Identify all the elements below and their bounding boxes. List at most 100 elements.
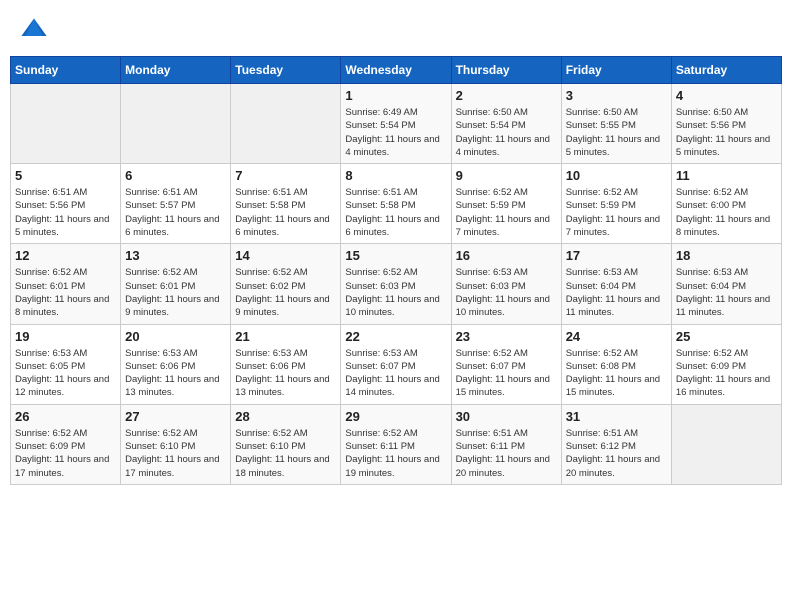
calendar-cell: 31Sunrise: 6:51 AMSunset: 6:12 PMDayligh…: [561, 404, 671, 484]
day-info: Sunrise: 6:52 AMSunset: 6:07 PMDaylight:…: [456, 347, 557, 400]
day-info: Sunrise: 6:51 AMSunset: 5:58 PMDaylight:…: [345, 186, 446, 239]
calendar-cell: 24Sunrise: 6:52 AMSunset: 6:08 PMDayligh…: [561, 324, 671, 404]
day-info: Sunrise: 6:52 AMSunset: 6:01 PMDaylight:…: [125, 266, 226, 319]
calendar-cell: 23 Sunrise: 6:52 AMSunset: 6:07 PMDayligh…: [451, 324, 561, 404]
day-number: 12: [15, 248, 116, 263]
calendar-cell: 7 Sunrise: 6:51 AMSunset: 5:58 PMDaylight…: [231, 164, 341, 244]
day-number: 14: [235, 248, 336, 263]
day-info: Sunrise: 6:52 AMSunset: 6:11 PMDaylight:…: [345, 427, 446, 480]
calendar-cell: 26 Sunrise: 6:52 AMSunset: 6:09 PMDayligh…: [11, 404, 121, 484]
day-info: Sunrise: 6:51 AMSunset: 6:11 PMDaylight:…: [456, 427, 557, 480]
day-info: Sunrise: 6:50 AMSunset: 5:54 PMDaylight:…: [456, 106, 557, 159]
column-header-thursday: Thursday: [451, 57, 561, 84]
day-info: Sunrise: 6:52 AMSunset: 5:59 PMDaylight:…: [566, 186, 667, 239]
day-info: Sunrise: 6:52 AMSunset: 6:10 PMDaylight:…: [235, 427, 336, 480]
day-number: 1: [345, 88, 446, 103]
calendar-cell: 4 Sunrise: 6:50 AMSunset: 5:56 PMDaylight…: [671, 84, 781, 164]
day-number: 28: [235, 409, 336, 424]
day-number: 15: [345, 248, 446, 263]
day-number: 11: [676, 168, 777, 183]
calendar-cell: [121, 84, 231, 164]
calendar-cell: 22Sunrise: 6:53 AMSunset: 6:07 PMDayligh…: [341, 324, 451, 404]
calendar-cell: [11, 84, 121, 164]
day-info: Sunrise: 6:52 AMSunset: 6:02 PMDaylight:…: [235, 266, 336, 319]
day-number: 13: [125, 248, 226, 263]
column-header-saturday: Saturday: [671, 57, 781, 84]
calendar-cell: 16Sunrise: 6:53 AMSunset: 6:03 PMDayligh…: [451, 244, 561, 324]
calendar-cell: 6 Sunrise: 6:51 AMSunset: 5:57 PMDaylight…: [121, 164, 231, 244]
day-info: Sunrise: 6:52 AMSunset: 6:03 PMDaylight:…: [345, 266, 446, 319]
calendar-cell: 27 Sunrise: 6:52 AMSunset: 6:10 PMDayligh…: [121, 404, 231, 484]
calendar-cell: 5 Sunrise: 6:51 AMSunset: 5:56 PMDaylight…: [11, 164, 121, 244]
calendar-cell: 17 Sunrise: 6:53 AMSunset: 6:04 PMDayligh…: [561, 244, 671, 324]
calendar-cell: 8 Sunrise: 6:51 AMSunset: 5:58 PMDaylight…: [341, 164, 451, 244]
day-number: 6: [125, 168, 226, 183]
day-info: Sunrise: 6:51 AMSunset: 5:57 PMDaylight:…: [125, 186, 226, 239]
day-info: Sunrise: 6:50 AMSunset: 5:55 PMDaylight:…: [566, 106, 667, 159]
day-number: 18: [676, 248, 777, 263]
calendar-cell: 28 Sunrise: 6:52 AMSunset: 6:10 PMDayligh…: [231, 404, 341, 484]
day-info: Sunrise: 6:53 AMSunset: 6:04 PMDaylight:…: [676, 266, 777, 319]
calendar-cell: 11 Sunrise: 6:52 AMSunset: 6:00 PMDayligh…: [671, 164, 781, 244]
calendar-week-4: 19Sunrise: 6:53 AMSunset: 6:05 PMDayligh…: [11, 324, 782, 404]
calendar: SundayMondayTuesdayWednesdayThursdayFrid…: [10, 56, 782, 485]
day-number: 7: [235, 168, 336, 183]
day-number: 8: [345, 168, 446, 183]
day-info: Sunrise: 6:53 AMSunset: 6:06 PMDaylight:…: [235, 347, 336, 400]
day-info: Sunrise: 6:51 AMSunset: 6:12 PMDaylight:…: [566, 427, 667, 480]
day-number: 19: [15, 329, 116, 344]
calendar-cell: 29 Sunrise: 6:52 AMSunset: 6:11 PMDayligh…: [341, 404, 451, 484]
day-number: 26: [15, 409, 116, 424]
day-info: Sunrise: 6:51 AMSunset: 5:58 PMDaylight:…: [235, 186, 336, 239]
calendar-cell: 12 Sunrise: 6:52 AMSunset: 6:01 PMDayligh…: [11, 244, 121, 324]
day-info: Sunrise: 6:52 AMSunset: 6:10 PMDaylight:…: [125, 427, 226, 480]
day-number: 30: [456, 409, 557, 424]
day-number: 16: [456, 248, 557, 263]
calendar-cell: 14 Sunrise: 6:52 AMSunset: 6:02 PMDayligh…: [231, 244, 341, 324]
day-number: 3: [566, 88, 667, 103]
day-number: 27: [125, 409, 226, 424]
column-header-monday: Monday: [121, 57, 231, 84]
calendar-cell: 13 Sunrise: 6:52 AMSunset: 6:01 PMDayligh…: [121, 244, 231, 324]
logo-icon: [20, 15, 48, 43]
calendar-cell: [231, 84, 341, 164]
day-info: Sunrise: 6:52 AMSunset: 6:09 PMDaylight:…: [676, 347, 777, 400]
calendar-week-2: 5 Sunrise: 6:51 AMSunset: 5:56 PMDaylight…: [11, 164, 782, 244]
calendar-week-3: 12 Sunrise: 6:52 AMSunset: 6:01 PMDayligh…: [11, 244, 782, 324]
calendar-cell: 25 Sunrise: 6:52 AMSunset: 6:09 PMDayligh…: [671, 324, 781, 404]
day-info: Sunrise: 6:51 AMSunset: 5:56 PMDaylight:…: [15, 186, 116, 239]
day-number: 25: [676, 329, 777, 344]
day-number: 9: [456, 168, 557, 183]
calendar-cell: 2Sunrise: 6:50 AMSunset: 5:54 PMDaylight…: [451, 84, 561, 164]
calendar-cell: 15 Sunrise: 6:52 AMSunset: 6:03 PMDayligh…: [341, 244, 451, 324]
day-info: Sunrise: 6:53 AMSunset: 6:04 PMDaylight:…: [566, 266, 667, 319]
day-info: Sunrise: 6:52 AMSunset: 6:09 PMDaylight:…: [15, 427, 116, 480]
calendar-cell: 3 Sunrise: 6:50 AMSunset: 5:55 PMDaylight…: [561, 84, 671, 164]
calendar-week-1: 1 Sunrise: 6:49 AMSunset: 5:54 PMDaylight…: [11, 84, 782, 164]
calendar-header-row: SundayMondayTuesdayWednesdayThursdayFrid…: [11, 57, 782, 84]
calendar-cell: 9 Sunrise: 6:52 AMSunset: 5:59 PMDaylight…: [451, 164, 561, 244]
calendar-cell: 10Sunrise: 6:52 AMSunset: 5:59 PMDayligh…: [561, 164, 671, 244]
calendar-cell: 19Sunrise: 6:53 AMSunset: 6:05 PMDayligh…: [11, 324, 121, 404]
day-number: 4: [676, 88, 777, 103]
day-number: 5: [15, 168, 116, 183]
day-info: Sunrise: 6:49 AMSunset: 5:54 PMDaylight:…: [345, 106, 446, 159]
calendar-cell: 20 Sunrise: 6:53 AMSunset: 6:06 PMDayligh…: [121, 324, 231, 404]
day-number: 23: [456, 329, 557, 344]
day-info: Sunrise: 6:52 AMSunset: 5:59 PMDaylight:…: [456, 186, 557, 239]
day-number: 21: [235, 329, 336, 344]
column-header-tuesday: Tuesday: [231, 57, 341, 84]
day-info: Sunrise: 6:53 AMSunset: 6:07 PMDaylight:…: [345, 347, 446, 400]
calendar-cell: 30 Sunrise: 6:51 AMSunset: 6:11 PMDayligh…: [451, 404, 561, 484]
day-info: Sunrise: 6:50 AMSunset: 5:56 PMDaylight:…: [676, 106, 777, 159]
day-number: 17: [566, 248, 667, 263]
day-number: 20: [125, 329, 226, 344]
column-header-friday: Friday: [561, 57, 671, 84]
logo: [20, 15, 52, 43]
day-info: Sunrise: 6:52 AMSunset: 6:00 PMDaylight:…: [676, 186, 777, 239]
day-info: Sunrise: 6:53 AMSunset: 6:06 PMDaylight:…: [125, 347, 226, 400]
calendar-week-5: 26 Sunrise: 6:52 AMSunset: 6:09 PMDayligh…: [11, 404, 782, 484]
calendar-cell: [671, 404, 781, 484]
day-number: 29: [345, 409, 446, 424]
day-info: Sunrise: 6:52 AMSunset: 6:01 PMDaylight:…: [15, 266, 116, 319]
